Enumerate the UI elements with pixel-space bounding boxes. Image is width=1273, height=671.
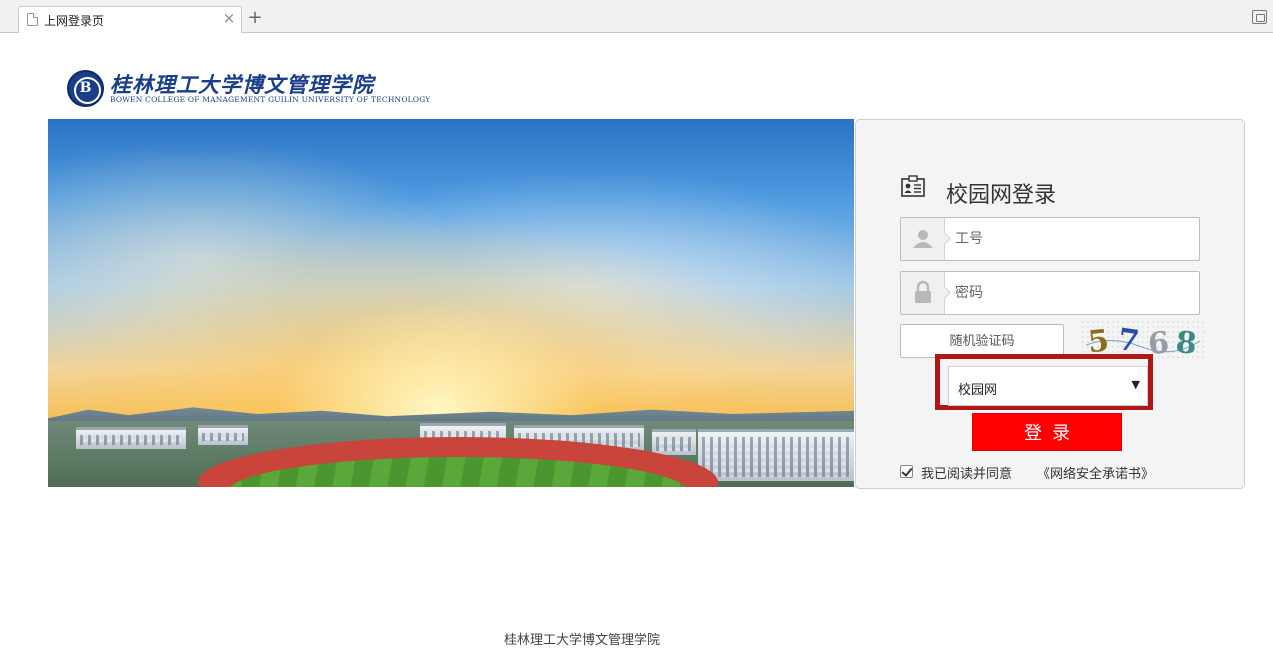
user-icon [913,230,933,248]
page-icon [27,13,38,26]
tab-title: 上网登录页 [44,14,105,28]
college-logo: 桂林理工大学博文管理学院 BOWEN COLLEGE OF MANAGEMENT… [67,69,430,109]
username-field[interactable] [900,217,1200,261]
captcha-input[interactable] [900,324,1064,358]
network-type-select[interactable]: 校园网 ▼ [948,366,1148,406]
user-icon-cell [901,218,945,260]
agree-checkbox[interactable] [900,465,913,478]
banner-building [198,425,248,445]
agreement-link[interactable]: 《网络安全承诺书》 [1037,463,1154,482]
agree-text: 我已阅读并同意 [921,467,1013,482]
campus-banner-image [48,119,854,487]
id-card-icon [901,175,925,197]
username-input[interactable] [955,228,1185,250]
logo-name-en: BOWEN COLLEGE OF MANAGEMENT GUILIN UNIVE… [110,95,431,104]
tab-list-icon[interactable] [1252,10,1267,24]
network-select-value: 校园网 [958,383,998,398]
dropdown-arrow-icon: ▼ [1131,378,1140,391]
browser-tab[interactable]: 上网登录页 × [18,6,242,33]
close-tab-icon[interactable]: × [222,10,236,26]
lock-icon [915,280,931,303]
banner-building [76,427,186,449]
browser-tab-bar: 上网登录页 × + [0,0,1273,33]
password-field[interactable] [900,271,1200,315]
lock-icon-cell [901,272,945,314]
college-seal-icon [67,70,104,107]
password-input[interactable] [955,282,1185,304]
login-title: 校园网登录 [946,183,1057,208]
footer-text: 桂林理工大学博文管理学院 [503,633,660,648]
login-panel: 校园网登录 5 7 6 8 [855,119,1245,489]
login-button[interactable]: 登录 [972,413,1122,451]
new-tab-button[interactable]: + [244,7,266,31]
banner-building [698,429,854,481]
banner-building [652,429,696,455]
captcha-char: 8 [1174,325,1198,359]
